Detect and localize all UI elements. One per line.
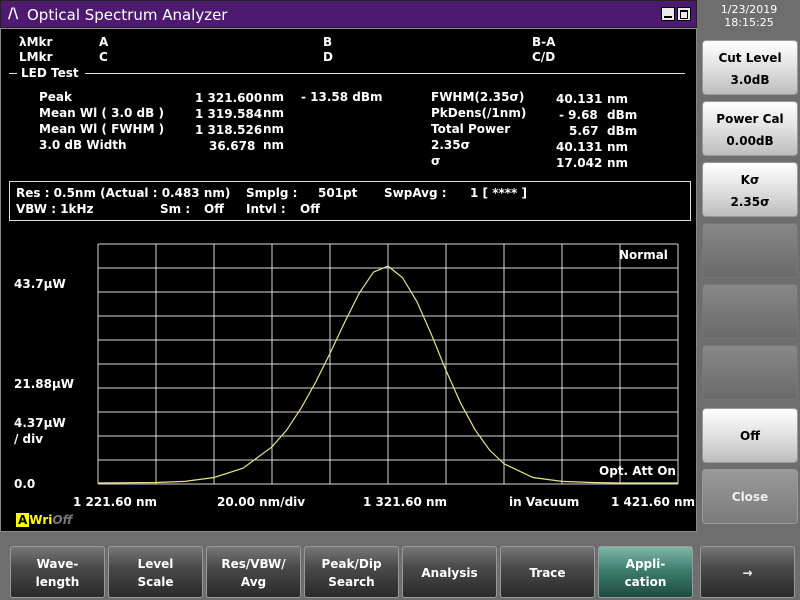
window-title: Optical Spectrum Analyzer [27, 6, 228, 24]
blank-softkey[interactable] [702, 284, 798, 339]
level-scale-button[interactable]: Level Scale [108, 546, 203, 598]
x-center-label: 1 321.60 nm [363, 495, 448, 509]
button-label: Off [740, 429, 760, 443]
application-button[interactable]: Appli- cation [598, 546, 693, 598]
spectrum-graph [97, 243, 679, 485]
blank-softkey[interactable] [702, 345, 798, 400]
cut-level-button[interactable]: Cut Level 3.0dB [702, 40, 798, 95]
maximize-button[interactable] [677, 7, 691, 21]
blank-softkey[interactable] [702, 223, 798, 278]
res-vbw-avg-button[interactable]: Res/VBW/ Avg [206, 546, 301, 598]
time-text: 18:15:25 [724, 16, 774, 29]
opt-att-status: Opt. Att On [599, 464, 676, 478]
button-label: Peak/Dip [321, 557, 382, 571]
button-value: 3.0dB [730, 73, 770, 87]
off-status: Off [52, 513, 73, 527]
trace-button[interactable]: Trace [500, 546, 595, 598]
x-stop-label: 1 421.60 nm [611, 495, 696, 509]
button-label-2: Scale [137, 575, 174, 589]
y-zero-label: 0.0 [14, 477, 36, 491]
analysis-button[interactable]: Analysis [402, 546, 497, 598]
trace-mode: Normal [619, 248, 668, 262]
write-status: Wri [29, 513, 53, 527]
peak-dip-search-button[interactable]: Peak/Dip Search [304, 546, 399, 598]
x-medium-label: in Vacuum [509, 495, 580, 509]
close-button[interactable]: Close [702, 469, 798, 524]
button-label: Trace [529, 566, 566, 580]
off-button[interactable]: Off [702, 408, 798, 463]
graph-grid [97, 243, 679, 485]
minimize-button[interactable] [661, 7, 675, 21]
app-logo-icon: /\ [8, 6, 19, 22]
button-label: Power Cal [716, 112, 784, 126]
button-label: Appli- [625, 557, 666, 571]
right-arrow-icon: → [742, 566, 753, 580]
y-div-label: 4.37μW [14, 416, 66, 430]
button-label-2: length [35, 575, 80, 589]
x-start-label: 1 221.60 nm [73, 495, 158, 509]
button-label: Level [137, 557, 174, 571]
button-label-2: cation [624, 575, 667, 589]
button-value: 0.00dB [726, 134, 774, 148]
datetime: 1/23/2019 18:15:25 [698, 0, 800, 34]
next-page-button[interactable]: → [700, 546, 795, 598]
button-value: 2.35σ [730, 195, 770, 209]
y-div-unit: / div [14, 432, 44, 446]
button-label: Close [731, 490, 769, 504]
trace-status: A WriOff [16, 513, 73, 527]
button-label: Kσ [740, 173, 760, 187]
power-cal-button[interactable]: Power Cal 0.00dB [702, 101, 798, 156]
button-label-2: Avg [240, 575, 267, 589]
y-top-label: 43.7μW [14, 277, 66, 291]
title-bar: /\ Optical Spectrum Analyzer [0, 0, 697, 28]
wavelength-button[interactable]: Wave- length [10, 546, 105, 598]
trace-a-badge: A [16, 513, 30, 527]
button-label: Cut Level [718, 51, 782, 65]
date-text: 1/23/2019 [720, 3, 778, 16]
button-label: Wave- [36, 557, 79, 571]
button-label-2: Search [328, 575, 375, 589]
analyzer-screen: λMkr LMkr A C B D B-A C/D LED Test Peak … [0, 28, 697, 532]
k-sigma-button[interactable]: Kσ 2.35σ [702, 162, 798, 217]
x-div-label: 20.00 nm/div [217, 495, 306, 509]
button-label: Analysis [421, 566, 478, 580]
y-mid-label: 21.88μW [14, 377, 75, 391]
button-label: Res/VBW/ [221, 557, 286, 571]
